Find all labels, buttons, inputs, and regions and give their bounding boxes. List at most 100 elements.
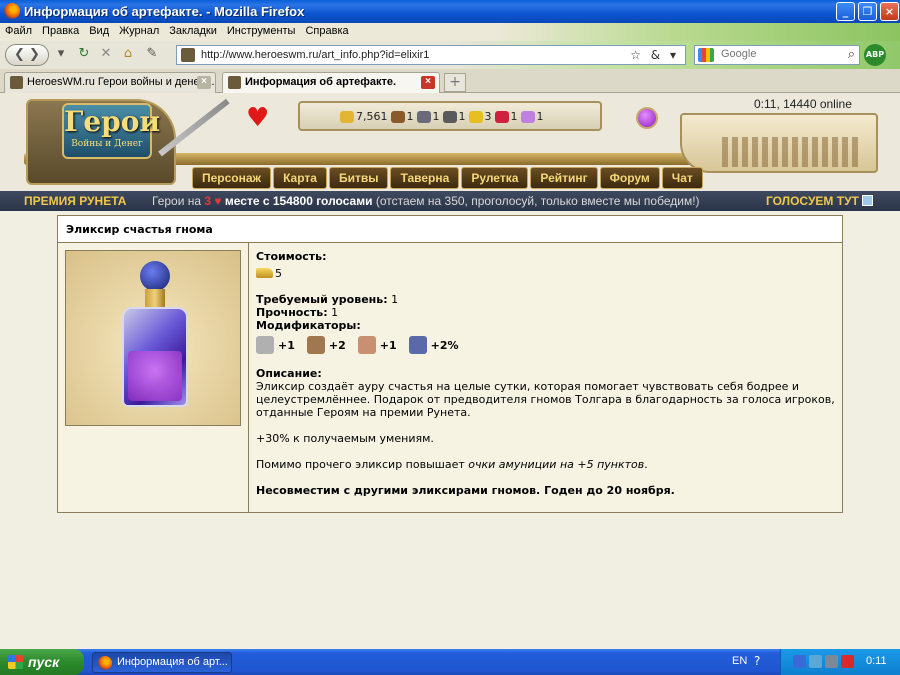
- menu-view[interactable]: Вид: [84, 23, 114, 37]
- nav-tavern[interactable]: Таверна: [390, 167, 460, 189]
- online-counter: 0:11, 14440 online: [754, 97, 852, 111]
- menu-edit[interactable]: Правка: [37, 23, 84, 37]
- nav-rating[interactable]: Рейтинг: [530, 167, 598, 189]
- health-heart-icon[interactable]: ♥: [246, 105, 269, 131]
- bottle-cap: [140, 261, 170, 291]
- adblock-button[interactable]: ABP: [864, 44, 886, 66]
- durability-label: Прочность:: [256, 306, 328, 319]
- menu-tools[interactable]: Инструменты: [222, 23, 301, 37]
- nav-character[interactable]: Персонаж: [192, 167, 272, 189]
- menu-file[interactable]: Файл: [0, 23, 37, 37]
- firefox-icon: [98, 656, 112, 670]
- vote-here-label: ГОЛОСУЕМ ТУТ: [766, 194, 859, 208]
- tab-close-icon[interactable]: ×: [197, 76, 211, 89]
- extra-text: Помимо прочего эликсир повышает очки аму…: [256, 458, 836, 471]
- modifier-value: +2: [328, 338, 346, 352]
- tab-label: Информация об артефакте.: [245, 76, 397, 88]
- gold-icon: [256, 268, 273, 278]
- resource-value: 3: [484, 110, 492, 123]
- artifact-panel: Эликсир счастья гнома Стоимость: 5 Требу…: [57, 215, 843, 513]
- gems-icon: [520, 110, 535, 123]
- artifact-details: Стоимость: 5 Требуемый уровень: 1 Прочно…: [256, 250, 836, 510]
- url-bar-icons[interactable]: ☆ & ▾: [630, 48, 679, 62]
- search-icon[interactable]: ⌕: [848, 47, 855, 62]
- back-button[interactable]: ❮ ❯: [5, 44, 49, 66]
- resources-panel: 7,561 1 1 1 3 1 1: [298, 101, 602, 131]
- home-icon[interactable]: ⌂: [118, 44, 138, 66]
- bottle-liquid: [128, 351, 182, 401]
- navigation-toolbar: ❮ ❯ ▾ ↻ ✕ ⌂ ✎ http://www.heroeswm.ru/art…: [0, 41, 900, 69]
- page-content: Эликсир счастья гнома Стоимость: 5 Требу…: [0, 211, 900, 645]
- nav-battles[interactable]: Битвы: [328, 167, 389, 189]
- close-button[interactable]: ×: [880, 2, 899, 21]
- runet-award-link[interactable]: ПРЕМИЯ РУНЕТА: [24, 194, 126, 208]
- nav-map[interactable]: Карта: [273, 167, 327, 189]
- menu-bookmarks[interactable]: Закладки: [164, 23, 222, 37]
- resources-list: 7,561 1 1 1 3 1 1: [300, 103, 600, 123]
- bonus-text: +30% к получаемым умениям.: [256, 432, 434, 445]
- nav-roulette[interactable]: Рулетка: [461, 167, 529, 189]
- google-icon: [698, 48, 714, 62]
- menu-help[interactable]: Справка: [300, 23, 353, 37]
- durability-row: Прочность: 1: [256, 306, 836, 319]
- maximize-button[interactable]: ❐: [858, 2, 877, 21]
- modifiers-label: Модификаторы:: [256, 319, 361, 332]
- new-tab-button[interactable]: +: [444, 73, 466, 92]
- vote-icon: [861, 195, 873, 206]
- addon-icon[interactable]: ✎: [142, 44, 162, 66]
- language-indicator[interactable]: EN: [732, 655, 747, 667]
- tab-close-icon[interactable]: ×: [421, 76, 435, 89]
- artifact-image-cell: [58, 243, 249, 512]
- nav-forum[interactable]: Форум: [599, 167, 660, 189]
- modifier-value: +1: [379, 338, 397, 352]
- luck-icon: [408, 336, 427, 354]
- stop-icon[interactable]: ✕: [96, 44, 116, 66]
- gold-icon: [340, 110, 354, 123]
- tab-heroeswm[interactable]: HeroesWM.ru Герои войны и денег. ... ×: [4, 72, 216, 93]
- search-input[interactable]: [721, 48, 831, 60]
- cost-row: 5: [256, 267, 836, 280]
- url-bar[interactable]: http://www.heroeswm.ru/art_info.php?id=e…: [176, 45, 686, 65]
- nav-chat[interactable]: Чат: [661, 167, 703, 189]
- logo-subtitle: Войны и Денег: [71, 139, 143, 149]
- resource-item: 1: [416, 110, 440, 123]
- search-box[interactable]: ⌕: [694, 45, 860, 65]
- resource-value: 1: [458, 110, 466, 123]
- firefox-icon: [4, 3, 20, 19]
- tray-app-icon[interactable]: [825, 655, 838, 668]
- reload-icon[interactable]: ↻: [74, 44, 94, 66]
- warning-text: Несовместим с другими эликсирами гномов.…: [256, 484, 675, 497]
- window-title: Информация об артефакте. - Mozilla Firef…: [24, 4, 305, 19]
- attack-icon: [256, 336, 274, 354]
- logo-frame[interactable]: Герои Войны и Денег: [26, 99, 176, 185]
- spellbook-icon: [357, 336, 376, 354]
- site-favicon-icon: [181, 48, 195, 62]
- history-dropdown-icon[interactable]: ▾: [54, 44, 68, 66]
- start-button[interactable]: пуск: [0, 649, 84, 675]
- game-header: Герои Войны и Денег ♥ 7,561 1 1 1 3 1 1 0:11, …: [0, 93, 900, 191]
- antivirus-icon[interactable]: [841, 655, 854, 668]
- runet-votes: месте с 154800 голосами: [221, 194, 373, 208]
- resource-value: 1: [510, 110, 518, 123]
- level-value: 1: [391, 293, 399, 306]
- wood-icon: [390, 110, 405, 123]
- logo[interactable]: Герои Войны и Денег: [62, 103, 160, 159]
- help-icon[interactable]: ?: [754, 654, 760, 668]
- resource-value: 1: [406, 110, 414, 123]
- resource-item: 7,561: [340, 110, 388, 123]
- minimize-button[interactable]: _: [836, 2, 855, 21]
- cost-value: 5: [275, 267, 282, 280]
- network-icon[interactable]: [793, 655, 806, 668]
- vote-here-link[interactable]: ГОЛОСУЕМ ТУТ: [766, 194, 873, 208]
- menu-history[interactable]: Журнал: [114, 23, 164, 37]
- tab-artifact-info[interactable]: Информация об артефакте. ×: [222, 72, 440, 93]
- resource-item: 1: [390, 110, 414, 123]
- volume-icon[interactable]: [809, 655, 822, 668]
- potion-icon[interactable]: [636, 107, 658, 129]
- resource-item: 3: [468, 110, 492, 123]
- taskbar-firefox-item[interactable]: Информация об арт...: [92, 652, 232, 673]
- castle-skyline-icon: [722, 137, 862, 167]
- resource-item: 1: [442, 110, 466, 123]
- ore-icon: [416, 110, 431, 123]
- description-text: Эликсир создаёт ауру счастья на целые су…: [256, 380, 835, 419]
